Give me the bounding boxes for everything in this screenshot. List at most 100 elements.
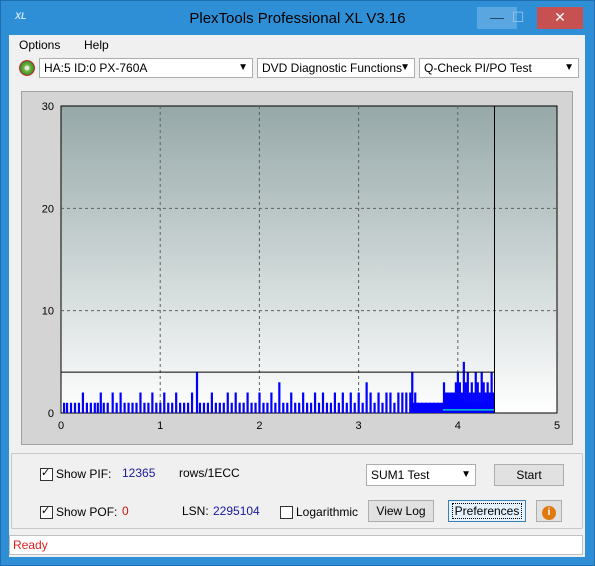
pi-bar <box>298 402 301 413</box>
x-tick-label: 4 <box>455 420 461 432</box>
drive-select[interactable]: HA:5 ID:0 PX-760A ▼ <box>39 58 253 78</box>
pi-bar <box>69 402 73 413</box>
chevron-down-icon: ▼ <box>461 469 471 480</box>
pi-bar <box>123 402 126 413</box>
pi-bar <box>175 392 178 413</box>
pi-bar <box>147 402 150 413</box>
x-tick-label: 1 <box>157 420 163 432</box>
pi-bar <box>349 392 352 413</box>
info-icon: i <box>542 506 556 520</box>
pi-bar <box>389 392 392 413</box>
drive-select-value: HA:5 ID:0 PX-760A <box>44 61 148 75</box>
pi-bar <box>385 392 388 413</box>
pi-bar <box>65 402 69 413</box>
sum-test-select[interactable]: SUM1 Test ▼ <box>366 464 476 486</box>
pi-bar <box>206 402 210 413</box>
pi-bar <box>282 402 285 413</box>
pi-bar <box>139 392 142 413</box>
pi-bar <box>234 392 237 413</box>
pi-bar <box>238 402 241 413</box>
pi-bar <box>93 402 96 413</box>
pi-bar <box>62 402 66 413</box>
pi-bar <box>155 402 158 413</box>
pi-bar <box>179 402 182 413</box>
pi-bar <box>254 402 257 413</box>
pi-bar <box>286 402 289 413</box>
maximize-button[interactable]: ☐ <box>498 7 538 29</box>
y-tick-label: 10 <box>42 306 54 318</box>
preferences-button[interactable]: Preferences <box>448 500 526 522</box>
title-bar[interactable]: XL PlexTools Professional XL V3.16 — ☐ ✕ <box>1 1 594 35</box>
pi-bar <box>77 402 81 413</box>
pi-bar <box>111 392 114 413</box>
pi-bar <box>321 392 325 413</box>
menu-help[interactable]: Help <box>84 38 109 52</box>
pi-bar <box>106 402 109 413</box>
status-text: Ready <box>13 538 48 552</box>
show-pof-checkbox[interactable] <box>40 504 53 519</box>
pi-bar <box>373 402 376 413</box>
disc-icon <box>19 60 35 76</box>
pi-bar <box>393 402 396 413</box>
rows-label: rows/1ECC <box>179 466 240 480</box>
pi-bar <box>102 402 105 413</box>
logarithmic-checkbox[interactable] <box>280 506 293 519</box>
pi-bar <box>163 392 166 413</box>
app-window: XL PlexTools Professional XL V3.16 — ☐ ✕… <box>0 0 595 566</box>
pi-bar <box>341 392 344 413</box>
close-button[interactable]: ✕ <box>537 7 583 29</box>
pi-bar <box>167 402 170 413</box>
pi-bar <box>377 392 380 413</box>
control-panel: Show PIF: 12365 rows/1ECC Show POF: 0 LS… <box>11 453 583 529</box>
pi-bar <box>226 392 229 413</box>
pi-bar <box>262 402 265 413</box>
pi-bar <box>127 402 130 413</box>
pi-bar <box>401 392 404 413</box>
pi-bar <box>186 402 190 413</box>
pi-bar <box>81 392 85 413</box>
pi-bar <box>317 402 321 413</box>
info-button[interactable]: i <box>536 500 562 522</box>
pi-bar <box>258 392 261 413</box>
view-log-button[interactable]: View Log <box>368 500 434 522</box>
pif-value: 12365 <box>122 466 156 480</box>
start-button[interactable]: Start <box>494 464 564 486</box>
pi-bar <box>290 392 293 413</box>
pi-bar <box>337 402 340 413</box>
test-select-value: Q-Check PI/PO Test <box>424 61 532 75</box>
pi-bar <box>198 402 202 413</box>
chart-frame: 0 1 2 3 4 5 0 10 20 30 <box>21 91 573 445</box>
chevron-down-icon: ▼ <box>564 62 574 73</box>
x-tick-label: 5 <box>554 420 560 432</box>
pi-bar <box>278 382 281 413</box>
pi-bar <box>171 402 174 413</box>
status-bar: Ready <box>9 535 583 555</box>
pi-bar <box>183 402 186 413</box>
function-select[interactable]: DVD Diagnostic Functions ▼ <box>257 58 415 78</box>
lsn-label: LSN: <box>182 504 209 518</box>
pi-bar <box>329 402 333 413</box>
pi-bar <box>345 402 348 413</box>
pi-bar <box>96 402 99 413</box>
pi-bar <box>195 372 199 413</box>
pi-bar <box>302 392 305 413</box>
show-pif-checkbox[interactable] <box>40 466 53 481</box>
pi-bar <box>73 402 77 413</box>
close-icon: ✕ <box>554 9 566 25</box>
maximize-icon: ☐ <box>511 9 525 25</box>
pi-bar <box>85 402 88 413</box>
menu-options[interactable]: Options <box>19 38 60 52</box>
pi-bar-dense <box>410 402 495 413</box>
pi-bar <box>214 402 217 413</box>
y-tick-label: 20 <box>42 203 54 215</box>
test-select[interactable]: Q-Check PI/PO Test ▼ <box>419 58 579 78</box>
lsn-value: 2295104 <box>213 504 260 518</box>
pi-bar <box>131 402 134 413</box>
pi-bar <box>250 402 253 413</box>
start-button-label: Start <box>516 468 542 482</box>
pi-bar <box>325 402 329 413</box>
preferences-label: Preferences <box>451 503 523 519</box>
pi-bar <box>309 402 313 413</box>
y-tick-label: 0 <box>48 408 54 420</box>
pi-bar <box>210 392 213 413</box>
